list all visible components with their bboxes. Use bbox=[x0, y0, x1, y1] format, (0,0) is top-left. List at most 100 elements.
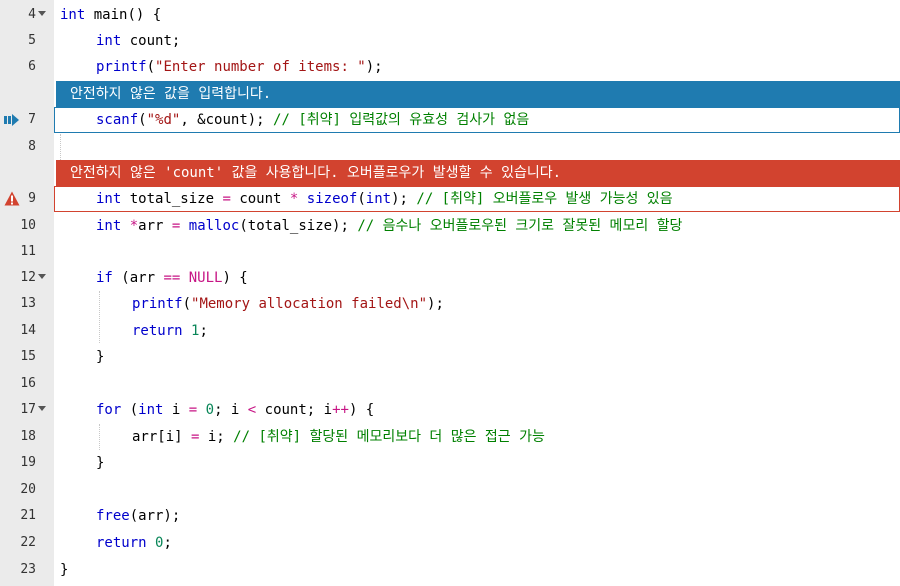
token: sizeof bbox=[306, 191, 358, 207]
token: int bbox=[96, 191, 122, 207]
code-editor[interactable]: 4 int main() { 5 int count; 6 printf("En… bbox=[0, 0, 900, 586]
line-number: 23 bbox=[20, 562, 36, 577]
code-line-13[interactable]: 13 printf("Memory allocation failed\n"); bbox=[0, 291, 900, 317]
token: return bbox=[132, 323, 183, 339]
token: count; bbox=[121, 33, 181, 49]
code-text[interactable]: free(arr); bbox=[96, 503, 180, 529]
token: return bbox=[96, 535, 147, 551]
line-number: 5 bbox=[28, 33, 36, 48]
code-line-19[interactable]: 19 } bbox=[0, 450, 900, 476]
token: } bbox=[96, 349, 105, 365]
code-line-16[interactable]: 16 bbox=[0, 371, 900, 397]
code-line-23[interactable]: 23 } bbox=[0, 557, 900, 583]
code-line-9[interactable]: 9 int total_size = count * sizeof(int); … bbox=[0, 186, 900, 212]
token: int bbox=[138, 402, 164, 418]
line-number: 6 bbox=[28, 59, 36, 74]
code-text[interactable]: } bbox=[96, 450, 104, 476]
fold-toggle-icon[interactable] bbox=[38, 274, 46, 279]
token: = bbox=[222, 191, 231, 207]
token: ; bbox=[163, 535, 172, 551]
code-line-6[interactable]: 6 printf("Enter number of items: "); bbox=[0, 54, 900, 80]
code-line-12[interactable]: 12 if (arr == NULL) { bbox=[0, 265, 900, 291]
token: 0 bbox=[205, 402, 215, 418]
code-line-15[interactable]: 15 } bbox=[0, 344, 900, 370]
code-text[interactable]: return 0; bbox=[96, 530, 172, 556]
code-line-14[interactable]: 14 return 1; bbox=[0, 318, 900, 344]
code-line-17[interactable]: 17 for (int i = 0; i < count; i++) { bbox=[0, 397, 900, 423]
token: int bbox=[365, 191, 392, 207]
fold-toggle-icon[interactable] bbox=[38, 406, 46, 411]
code-line-5[interactable]: 5 int count; bbox=[0, 28, 900, 54]
code-line-20[interactable]: 20 bbox=[0, 477, 900, 503]
token: "Enter number of items: " bbox=[155, 59, 366, 75]
line-number: 15 bbox=[20, 349, 36, 364]
line-number: 8 bbox=[28, 139, 36, 154]
token: arr bbox=[138, 218, 172, 234]
code-text[interactable]: int total_size = count * sizeof(int); //… bbox=[96, 186, 673, 212]
token: ) { bbox=[222, 270, 248, 286]
line-number: 21 bbox=[20, 508, 36, 523]
code-text[interactable]: if (arr == NULL) { bbox=[96, 265, 248, 291]
token: ( bbox=[138, 112, 147, 128]
token: ; bbox=[199, 323, 208, 339]
code-line-18[interactable]: 18 arr[i] = i; // [취약] 할당된 메모리보다 더 많은 접근… bbox=[0, 424, 900, 450]
token: (arr); bbox=[129, 508, 181, 524]
line-number: 20 bbox=[20, 482, 36, 497]
token: i bbox=[163, 402, 189, 418]
code-line-10[interactable]: 10 int *arr = malloc(total_size); // 음수나… bbox=[0, 213, 900, 239]
code-line-22[interactable]: 22 return 0; bbox=[0, 530, 900, 556]
token: ( bbox=[146, 59, 156, 75]
token: int bbox=[96, 218, 122, 234]
code-line-4[interactable]: 4 int main() { bbox=[0, 2, 900, 28]
token: ( bbox=[357, 191, 366, 207]
line-number: 11 bbox=[20, 244, 36, 259]
code-text[interactable]: int *arr = malloc(total_size); // 음수나 오버… bbox=[96, 213, 682, 239]
line-number: 18 bbox=[20, 429, 36, 444]
line-number: 17 bbox=[20, 402, 36, 417]
token: count; i bbox=[256, 402, 333, 418]
token: printf bbox=[96, 59, 147, 75]
code-text[interactable]: for (int i = 0; i < count; i++) { bbox=[96, 397, 374, 423]
token: = bbox=[188, 402, 198, 418]
token: NULL bbox=[188, 270, 223, 286]
code-line-7[interactable]: 7 scanf("%d", &count); // [취약] 입력값의 유효성 … bbox=[0, 107, 900, 133]
token: ); bbox=[427, 296, 444, 312]
token: (total_size); bbox=[239, 218, 358, 234]
token: scanf bbox=[96, 112, 139, 128]
code-text[interactable]: } bbox=[60, 557, 68, 583]
token: ++ bbox=[332, 402, 349, 418]
token: ) { bbox=[348, 402, 375, 418]
code-text[interactable]: arr[i] = i; // [취약] 할당된 메모리보다 더 많은 접근 가능 bbox=[132, 424, 545, 450]
code-line-11[interactable]: 11 bbox=[0, 239, 900, 265]
code-text[interactable]: int count; bbox=[96, 28, 180, 54]
code-text[interactable]: return 1; bbox=[132, 318, 208, 344]
line-number: 7 bbox=[28, 112, 36, 127]
token: main() { bbox=[85, 7, 162, 23]
token: "Memory allocation failed\n" bbox=[191, 296, 428, 312]
info-annotation-banner: 안전하지 않은 값을 입력합니다. bbox=[56, 81, 900, 107]
code-text[interactable]: printf("Memory allocation failed\n"); bbox=[132, 291, 444, 317]
code-text[interactable]: } bbox=[96, 344, 104, 370]
token: total_size bbox=[121, 191, 223, 207]
code-text[interactable]: int main() { bbox=[60, 2, 161, 28]
fold-toggle-icon[interactable] bbox=[38, 11, 46, 16]
error-annotation-banner: 안전하지 않은 'count' 값을 사용합니다. 오버플로우가 발생할 수 있… bbox=[56, 160, 900, 186]
token: printf bbox=[132, 296, 183, 312]
token: ( bbox=[121, 402, 139, 418]
indent-guide bbox=[60, 134, 61, 160]
code-text[interactable]: printf("Enter number of items: "); bbox=[96, 54, 383, 80]
token: } bbox=[60, 562, 69, 578]
code-line-21[interactable]: 21 free(arr); bbox=[0, 503, 900, 529]
token: * bbox=[129, 218, 139, 234]
token: } bbox=[96, 455, 105, 471]
token: arr[i] bbox=[132, 429, 192, 445]
token: == bbox=[163, 270, 181, 286]
code-text[interactable]: scanf("%d", &count); // [취약] 입력값의 유효성 검사… bbox=[96, 107, 529, 133]
token: int bbox=[96, 33, 122, 49]
code-line-8[interactable]: 8 bbox=[0, 134, 900, 160]
token: count bbox=[230, 191, 290, 207]
